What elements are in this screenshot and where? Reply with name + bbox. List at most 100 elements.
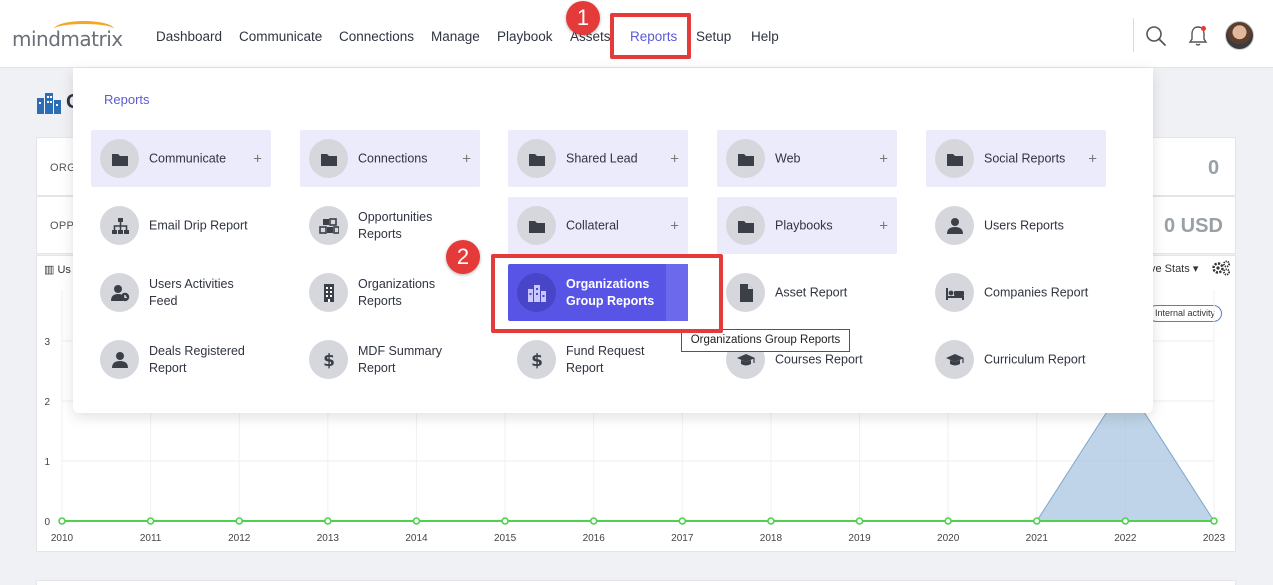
annotation-box-org-group — [491, 254, 723, 333]
data-point — [1032, 517, 1041, 525]
tile-label: Email Drip Report — [149, 218, 248, 232]
report-tile-mdf-summary-report[interactable]: $ MDF Summary Report — [300, 331, 480, 388]
tile-label: Web — [775, 151, 801, 165]
user-icon — [946, 217, 963, 234]
data-point — [589, 517, 598, 525]
x-tick-label: 2021 — [1026, 533, 1049, 544]
lower-card — [36, 580, 1236, 585]
folder-icon — [320, 153, 337, 166]
x-tick-label: 2012 — [228, 533, 251, 544]
report-tile-users-activities-feed[interactable]: Users Activities Feed — [91, 264, 271, 321]
report-tile-shared-lead[interactable]: Shared Lead + — [508, 130, 688, 187]
x-tick-label: 2016 — [583, 533, 606, 544]
user-icon — [111, 351, 128, 368]
tile-icon-circle — [100, 273, 139, 312]
tile-icon-circle — [309, 273, 348, 312]
tile-icon-circle — [726, 206, 765, 245]
svg-text:$: $ — [323, 351, 335, 370]
tile-icon-circle — [517, 139, 556, 178]
data-point — [1210, 517, 1218, 525]
tile-icon-circle — [935, 340, 974, 379]
reports-menu-header: Reports — [104, 92, 150, 107]
x-tick-label: 2015 — [494, 533, 517, 544]
sitemap-icon — [111, 217, 129, 234]
tile-label: Companies Report — [984, 285, 1089, 299]
user-clock-icon — [110, 284, 129, 301]
tile-label: Connections — [358, 151, 428, 165]
report-tile-playbooks[interactable]: Playbooks + — [717, 197, 897, 254]
x-tick-label: 2013 — [317, 533, 340, 544]
tile-label: Collateral — [566, 218, 619, 232]
expand-plus-icon[interactable]: + — [879, 217, 888, 234]
x-tick-label: 2011 — [140, 533, 162, 544]
data-point — [767, 517, 775, 525]
data-point — [678, 517, 687, 525]
tile-icon-circle — [309, 206, 348, 245]
data-point — [235, 517, 244, 525]
x-tick-label: 2010 — [51, 533, 74, 544]
report-tile-connections[interactable]: Connections + — [300, 130, 480, 187]
report-tile-organizations-reports[interactable]: Organizations Reports — [300, 264, 480, 321]
tile-label: Shared Lead — [566, 151, 638, 165]
expand-plus-icon[interactable]: + — [879, 150, 888, 167]
report-tile-web[interactable]: Web + — [717, 130, 897, 187]
tile-label: Users Reports — [984, 218, 1064, 232]
report-tile-communicate[interactable]: Communicate + — [91, 130, 271, 187]
x-tick-label: 2020 — [937, 533, 960, 544]
report-tile-collateral[interactable]: Collateral + — [508, 197, 688, 254]
report-tile-curriculum-report[interactable]: Curriculum Report — [926, 331, 1106, 388]
y-tick-label: 1 — [44, 457, 50, 468]
report-tile-deals-registered-report[interactable]: Deals Registered Report — [91, 331, 271, 388]
data-point — [944, 517, 952, 525]
data-point — [146, 517, 155, 525]
tile-icon-circle — [726, 273, 765, 312]
tile-icon-circle — [309, 139, 348, 178]
folder-icon — [737, 220, 754, 233]
expand-plus-icon[interactable]: + — [1088, 150, 1097, 167]
report-tile-asset-report[interactable]: Asset Report — [717, 264, 897, 321]
tile-label: Users Activities Feed — [149, 276, 234, 308]
bed-icon — [945, 287, 964, 300]
x-tick-label: 2022 — [1114, 533, 1137, 544]
svg-text:$: $ — [531, 351, 543, 370]
tile-label: Curriculum Report — [984, 352, 1086, 366]
tile-icon-circle — [935, 273, 974, 312]
dollar-icon: $ — [323, 351, 335, 370]
building-icon — [323, 283, 334, 302]
annotation-step-2: 2 — [446, 240, 480, 274]
expand-plus-icon[interactable]: + — [462, 150, 471, 167]
expand-plus-icon[interactable]: + — [670, 217, 679, 234]
graduation-cap-icon — [736, 353, 755, 365]
folder-icon — [737, 153, 754, 166]
tile-label: Social Reports — [984, 151, 1066, 165]
x-tick-label: 2019 — [848, 533, 871, 544]
tile-icon-circle — [100, 139, 139, 178]
report-tile-email-drip-report[interactable]: Email Drip Report — [91, 197, 271, 254]
x-tick-label: 2014 — [405, 533, 428, 544]
folder-icon — [528, 153, 545, 166]
report-tile-users-reports[interactable]: Users Reports — [926, 197, 1106, 254]
tile-icon-circle — [726, 139, 765, 178]
report-tile-companies-report[interactable]: Companies Report — [926, 264, 1106, 321]
report-tile-social-reports[interactable]: Social Reports + — [926, 130, 1106, 187]
tile-icon-circle — [935, 206, 974, 245]
tile-label: Deals Registered Report — [149, 343, 245, 375]
tile-icon-circle — [100, 340, 139, 379]
annotation-step-1: 1 — [566, 1, 600, 35]
graduation-cap-icon — [945, 353, 964, 365]
x-tick-label: 2017 — [671, 533, 694, 544]
tile-icon-circle: $ — [517, 340, 556, 379]
data-point — [1121, 517, 1130, 525]
cubes-icon — [318, 217, 339, 234]
x-tick-label: 2018 — [760, 533, 783, 544]
tile-icon-circle — [100, 206, 139, 245]
expand-plus-icon[interactable]: + — [670, 150, 679, 167]
expand-plus-icon[interactable]: + — [253, 150, 262, 167]
tile-label: Courses Report — [775, 352, 863, 366]
data-point — [501, 517, 509, 525]
tile-icon-circle — [935, 139, 974, 178]
y-tick-label: 2 — [44, 397, 50, 408]
report-tile-fund-request-report[interactable]: $ Fund Request Report — [508, 331, 688, 388]
reports-dropdown-menu: Reports Communicate + Connections + Shared L… — [73, 68, 1153, 413]
tile-icon-circle: $ — [309, 340, 348, 379]
